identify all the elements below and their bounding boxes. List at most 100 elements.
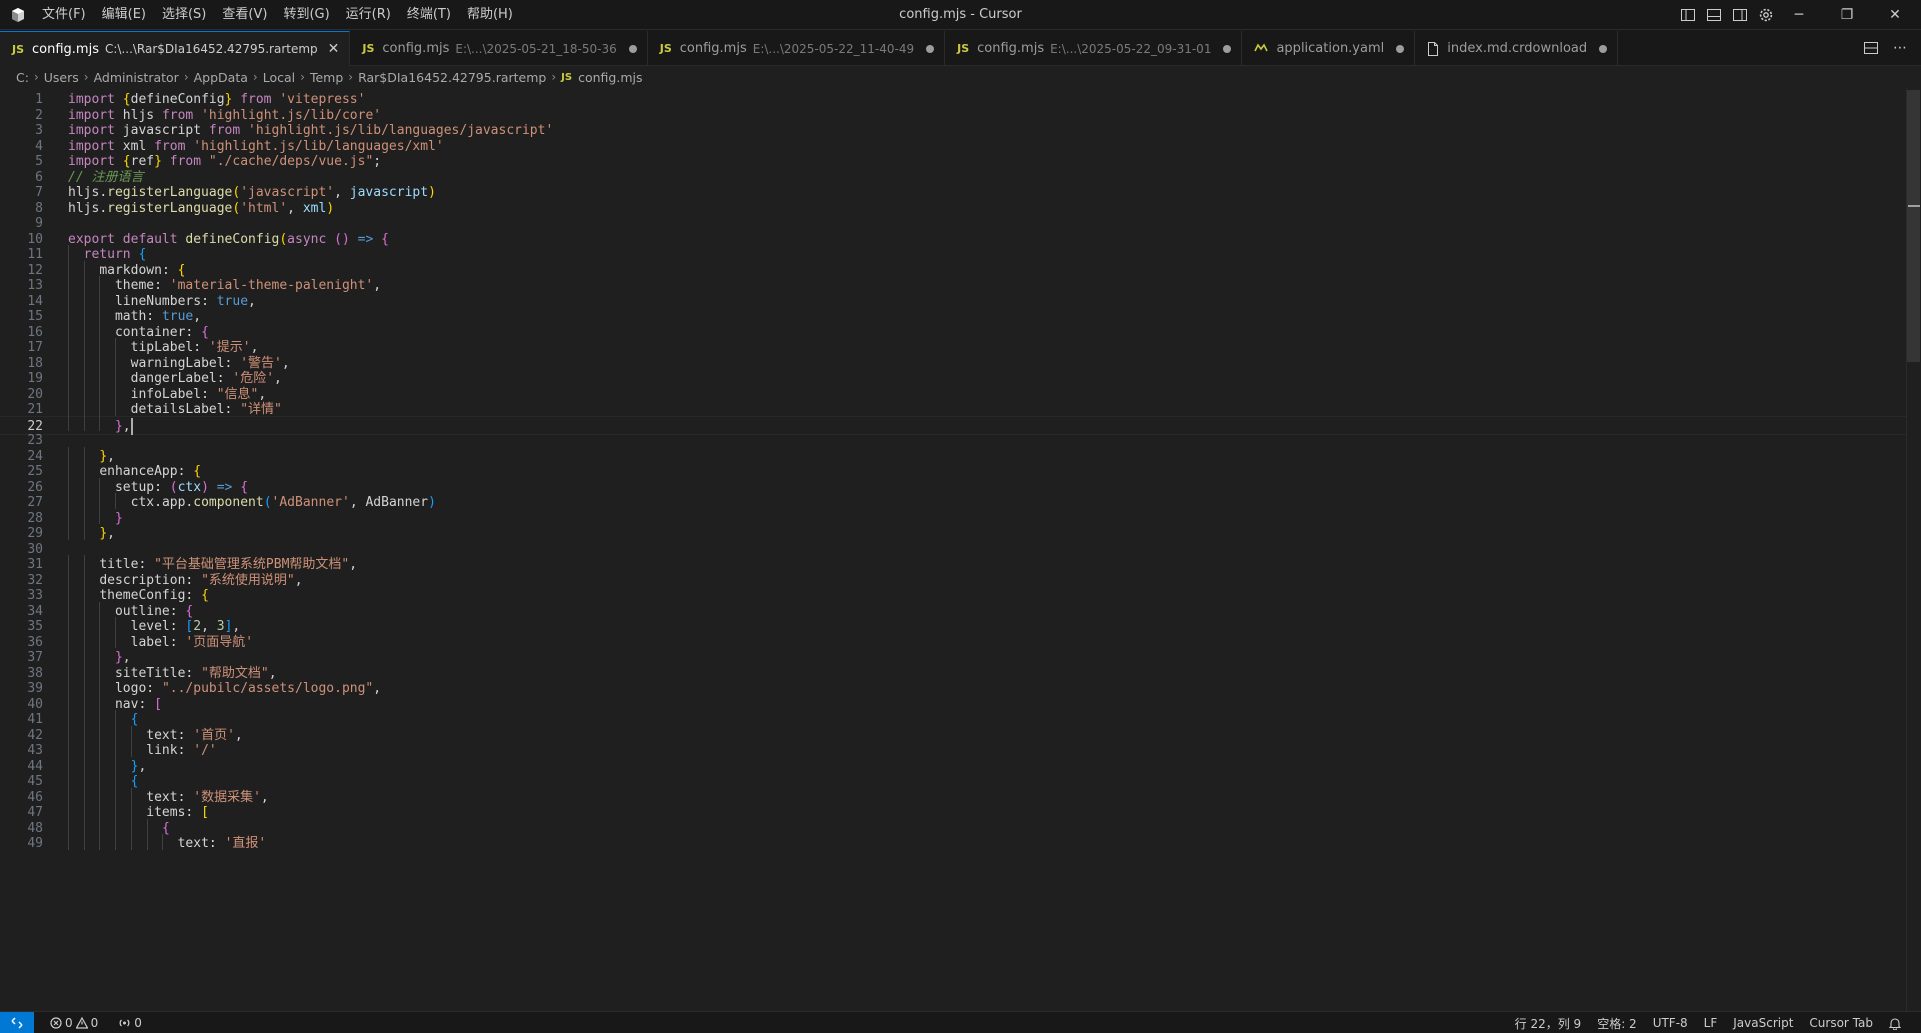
- indent-guide: [115, 756, 117, 772]
- title-bar: 文件(F) 编辑(E) 选择(S) 查看(V) 转到(G) 运行(R) 终端(T…: [0, 0, 1921, 30]
- indent-guide: [68, 710, 69, 726]
- tab-config-mjs-temp[interactable]: JS config.mjs C:\...\Rar$DIa16452.42795.…: [0, 31, 351, 66]
- indent-guide: [115, 369, 117, 385]
- breadcrumb-item[interactable]: Local: [263, 70, 295, 85]
- menu-selection[interactable]: 选择(S): [154, 0, 214, 30]
- code-text: text: '直报': [177, 836, 267, 851]
- indent-guide: [83, 291, 85, 307]
- indent-guide: [99, 679, 101, 695]
- menu-view[interactable]: 查看(V): [214, 0, 275, 30]
- indent-guide: [68, 818, 69, 834]
- remote-indicator[interactable]: [0, 1012, 34, 1033]
- toggle-secondary-sidebar-icon[interactable]: [1730, 5, 1750, 25]
- status-left: 0 0 0: [42, 1012, 150, 1033]
- indent-guide: [68, 570, 69, 586]
- bell-icon[interactable]: [1881, 1017, 1909, 1030]
- code-editor[interactable]: 1 import {defineConfig} from 'vitepress' 2…: [0, 88, 1921, 1011]
- indent-guide: [83, 772, 85, 788]
- indent-guide: [68, 291, 69, 307]
- yaml-file-icon: [1254, 42, 1269, 56]
- status-right: 行 22，列 9 空格: 2 UTF-8 LF JavaScript Curso…: [1507, 1012, 1909, 1033]
- indentation[interactable]: 空格: 2: [1589, 1015, 1645, 1032]
- indent-guide: [83, 694, 85, 710]
- breadcrumb-item[interactable]: Rar$DIa16452.42795.rartemp: [358, 70, 546, 85]
- menu-terminal[interactable]: 终端(T): [399, 0, 459, 30]
- menu-run[interactable]: 运行(R): [338, 0, 399, 30]
- tab-index-md-crdownload[interactable]: index.md.crdownload: [1415, 31, 1619, 66]
- indent-guide: [115, 834, 117, 850]
- indent-guide: [68, 741, 69, 757]
- close-window-icon[interactable]: ✕: [1871, 0, 1919, 30]
- encoding[interactable]: UTF-8: [1645, 1016, 1696, 1030]
- end-of-line[interactable]: LF: [1696, 1016, 1726, 1030]
- code-line[interactable]: 49 text: '直报': [0, 834, 1910, 853]
- tab-application-yaml[interactable]: application.yaml: [1242, 31, 1416, 66]
- indent-guide: [99, 648, 101, 664]
- editor-tab-bar: JS config.mjs C:\...\Rar$DIa16452.42795.…: [0, 31, 1921, 66]
- indent-guide: [99, 400, 101, 416]
- chevron-right-icon: ›: [33, 70, 39, 84]
- cursor-position[interactable]: 行 22，列 9: [1507, 1015, 1590, 1032]
- chevron-right-icon: ›: [551, 70, 557, 84]
- unsaved-dot-icon[interactable]: [1396, 44, 1405, 53]
- language-mode[interactable]: JavaScript: [1725, 1016, 1801, 1030]
- indent-guide: [146, 818, 148, 834]
- js-file-icon: JS: [659, 42, 672, 55]
- breadcrumb-item[interactable]: Administrator: [94, 70, 179, 85]
- indent-guide: [99, 663, 101, 679]
- js-file-icon: JS: [12, 42, 25, 56]
- indent-guide: [83, 617, 85, 633]
- tab-config-mjs-2025-05-21[interactable]: JS config.mjs E:\...\2025-05-21_18-50-36: [350, 31, 648, 66]
- indent-guide: [68, 338, 69, 354]
- menu-help[interactable]: 帮助(H): [459, 0, 521, 30]
- unsaved-dot-icon[interactable]: [628, 44, 637, 53]
- indent-guide: [68, 648, 69, 664]
- unsaved-dot-icon[interactable]: [1599, 44, 1608, 53]
- indent-guide: [162, 834, 164, 850]
- indent-guide: [99, 787, 101, 803]
- breadcrumb-item[interactable]: C:: [16, 70, 29, 85]
- js-file-icon: JS: [957, 42, 970, 55]
- tab-config-mjs-2025-05-22-1140[interactable]: JS config.mjs E:\...\2025-05-22_11-40-49: [648, 31, 946, 66]
- restore-icon[interactable]: ❐: [1823, 0, 1871, 30]
- settings-gear-icon[interactable]: [1756, 5, 1776, 25]
- ports-indicator[interactable]: 0: [110, 1016, 150, 1030]
- indent-guide: [115, 384, 117, 400]
- more-actions-icon[interactable]: ⋯: [1893, 40, 1907, 56]
- vertical-scrollbar-thumb[interactable]: [1907, 90, 1920, 362]
- indent-guide: [83, 338, 85, 354]
- indent-guide: [115, 741, 117, 757]
- indent-guide: [68, 834, 69, 850]
- indent-guide: [130, 803, 132, 819]
- cursor-tab-indicator[interactable]: Cursor Tab: [1801, 1016, 1881, 1030]
- tab-label: index.md.crdownload: [1447, 41, 1588, 56]
- breadcrumb-item[interactable]: Users: [44, 70, 79, 85]
- indent-guide: [83, 477, 85, 493]
- close-icon[interactable]: ✕: [328, 41, 340, 57]
- line-number[interactable]: 49: [0, 834, 43, 853]
- indent-guide: [99, 803, 101, 819]
- unsaved-dot-icon[interactable]: [1223, 44, 1232, 53]
- indent-guide: [83, 493, 85, 509]
- indent-guide: [83, 369, 85, 385]
- indent-guide: [83, 787, 85, 803]
- indent-guide: [83, 307, 85, 323]
- menu-edit[interactable]: 编辑(E): [94, 0, 154, 30]
- menu-go[interactable]: 转到(G): [275, 0, 337, 30]
- minimize-icon[interactable]: ─: [1775, 0, 1823, 30]
- breadcrumb-item[interactable]: AppData: [194, 70, 248, 85]
- warning-count: 0: [90, 1016, 99, 1030]
- breadcrumb-item[interactable]: Temp: [310, 70, 343, 85]
- toggle-primary-sidebar-icon[interactable]: [1678, 5, 1698, 25]
- problems-indicator[interactable]: 0 0: [42, 1016, 106, 1030]
- unsaved-dot-icon[interactable]: [926, 44, 935, 53]
- indent-guide: [83, 679, 85, 695]
- toggle-panel-icon[interactable]: [1704, 5, 1724, 25]
- indent-guide: [83, 276, 85, 292]
- split-editor-icon[interactable]: [1863, 40, 1879, 56]
- breadcrumb-item[interactable]: config.mjs: [578, 70, 642, 85]
- indent-guide: [99, 818, 101, 834]
- tab-config-mjs-2025-05-22-0931[interactable]: JS config.mjs E:\...\2025-05-22_09-31-01: [945, 31, 1243, 66]
- menu-file[interactable]: 文件(F): [34, 0, 94, 30]
- indent-guide: [68, 617, 69, 633]
